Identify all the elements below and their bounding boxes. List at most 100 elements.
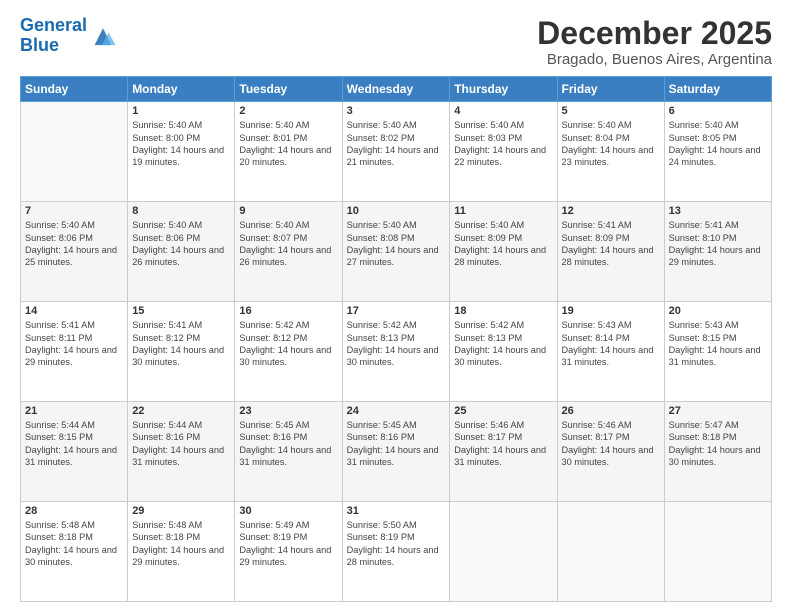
day-number: 1 — [132, 105, 230, 117]
day-number: 6 — [669, 105, 767, 117]
day-number: 24 — [347, 405, 446, 417]
day-info: Sunrise: 5:40 AM Sunset: 8:00 PM Dayligh… — [132, 119, 230, 169]
table-row: 18Sunrise: 5:42 AM Sunset: 8:13 PM Dayli… — [450, 302, 557, 402]
day-info: Sunrise: 5:40 AM Sunset: 8:09 PM Dayligh… — [454, 219, 552, 269]
table-row: 15Sunrise: 5:41 AM Sunset: 8:12 PM Dayli… — [128, 302, 235, 402]
day-number: 21 — [25, 405, 123, 417]
day-number: 10 — [347, 205, 446, 217]
day-info: Sunrise: 5:48 AM Sunset: 8:18 PM Dayligh… — [25, 519, 123, 569]
day-info: Sunrise: 5:40 AM Sunset: 8:05 PM Dayligh… — [669, 119, 767, 169]
calendar-week-row: 21Sunrise: 5:44 AM Sunset: 8:15 PM Dayli… — [21, 402, 772, 502]
day-number: 9 — [239, 205, 337, 217]
logo-icon — [89, 22, 117, 50]
logo-line1: General — [20, 15, 87, 35]
header-sunday: Sunday — [21, 77, 128, 102]
day-number: 11 — [454, 205, 552, 217]
day-info: Sunrise: 5:43 AM Sunset: 8:14 PM Dayligh… — [562, 319, 660, 369]
table-row: 7 Sunrise: 5:40 AM Sunset: 8:06 PM Daylig… — [21, 202, 128, 302]
table-row: 24 Sunrise: 5:45 AM Sunset: 8:16 PM Dayli… — [342, 402, 450, 502]
day-number: 31 — [347, 505, 446, 517]
day-info: Sunrise: 5:40 AM Sunset: 8:04 PM Dayligh… — [562, 119, 660, 169]
table-row: 4Sunrise: 5:40 AM Sunset: 8:03 PM Daylig… — [450, 102, 557, 202]
calendar-week-row: 14Sunrise: 5:41 AM Sunset: 8:11 PM Dayli… — [21, 302, 772, 402]
table-row: 14Sunrise: 5:41 AM Sunset: 8:11 PM Dayli… — [21, 302, 128, 402]
table-row: 16 Sunrise: 5:42 AM Sunset: 8:12 PM Dayli… — [235, 302, 342, 402]
day-info: Sunrise: 5:43 AM Sunset: 8:15 PM Dayligh… — [669, 319, 767, 369]
table-row: 3 Sunrise: 5:40 AM Sunset: 8:02 PM Daylig… — [342, 102, 450, 202]
table-row: 27 Sunrise: 5:47 AM Sunset: 8:18 PM Dayli… — [664, 402, 771, 502]
location-title: Bragado, Buenos Aires, Argentina — [537, 51, 772, 68]
day-info: Sunrise: 5:40 AM Sunset: 8:06 PM Dayligh… — [132, 219, 230, 269]
day-number: 16 — [239, 305, 337, 317]
header-saturday: Saturday — [664, 77, 771, 102]
day-info: Sunrise: 5:40 AM Sunset: 8:03 PM Dayligh… — [454, 119, 552, 169]
calendar-week-row: 7 Sunrise: 5:40 AM Sunset: 8:06 PM Daylig… — [21, 202, 772, 302]
day-info: Sunrise: 5:49 AM Sunset: 8:19 PM Dayligh… — [239, 519, 337, 569]
calendar: Sunday Monday Tuesday Wednesday Thursday… — [20, 76, 772, 602]
day-info: Sunrise: 5:45 AM Sunset: 8:16 PM Dayligh… — [347, 419, 446, 469]
header-friday: Friday — [557, 77, 664, 102]
day-number: 22 — [132, 405, 230, 417]
day-number: 28 — [25, 505, 123, 517]
table-row: 21Sunrise: 5:44 AM Sunset: 8:15 PM Dayli… — [21, 402, 128, 502]
day-info: Sunrise: 5:45 AM Sunset: 8:16 PM Dayligh… — [239, 419, 337, 469]
table-row: 19Sunrise: 5:43 AM Sunset: 8:14 PM Dayli… — [557, 302, 664, 402]
table-row: 25Sunrise: 5:46 AM Sunset: 8:17 PM Dayli… — [450, 402, 557, 502]
day-info: Sunrise: 5:40 AM Sunset: 8:08 PM Dayligh… — [347, 219, 446, 269]
day-info: Sunrise: 5:41 AM Sunset: 8:10 PM Dayligh… — [669, 219, 767, 269]
header-thursday: Thursday — [450, 77, 557, 102]
table-row: 31Sunrise: 5:50 AM Sunset: 8:19 PM Dayli… — [342, 502, 450, 602]
table-row: 5Sunrise: 5:40 AM Sunset: 8:04 PM Daylig… — [557, 102, 664, 202]
day-info: Sunrise: 5:40 AM Sunset: 8:07 PM Dayligh… — [239, 219, 337, 269]
table-row: 20 Sunrise: 5:43 AM Sunset: 8:15 PM Dayli… — [664, 302, 771, 402]
day-info: Sunrise: 5:48 AM Sunset: 8:18 PM Dayligh… — [132, 519, 230, 569]
calendar-week-row: 28 Sunrise: 5:48 AM Sunset: 8:18 PM Dayli… — [21, 502, 772, 602]
calendar-header-row: Sunday Monday Tuesday Wednesday Thursday… — [21, 77, 772, 102]
day-number: 30 — [239, 505, 337, 517]
header-monday: Monday — [128, 77, 235, 102]
header: General Blue December 2025 Bragado, Buen… — [20, 16, 772, 68]
day-number: 20 — [669, 305, 767, 317]
table-row: 23Sunrise: 5:45 AM Sunset: 8:16 PM Dayli… — [235, 402, 342, 502]
day-number: 29 — [132, 505, 230, 517]
header-wednesday: Wednesday — [342, 77, 450, 102]
table-row: 8 Sunrise: 5:40 AM Sunset: 8:06 PM Daylig… — [128, 202, 235, 302]
table-row: 22 Sunrise: 5:44 AM Sunset: 8:16 PM Dayli… — [128, 402, 235, 502]
day-info: Sunrise: 5:42 AM Sunset: 8:12 PM Dayligh… — [239, 319, 337, 369]
table-row: 26Sunrise: 5:46 AM Sunset: 8:17 PM Dayli… — [557, 402, 664, 502]
day-info: Sunrise: 5:42 AM Sunset: 8:13 PM Dayligh… — [347, 319, 446, 369]
day-info: Sunrise: 5:41 AM Sunset: 8:12 PM Dayligh… — [132, 319, 230, 369]
day-number: 26 — [562, 405, 660, 417]
table-row — [21, 102, 128, 202]
day-number: 3 — [347, 105, 446, 117]
table-row: 1 Sunrise: 5:40 AM Sunset: 8:00 PM Daylig… — [128, 102, 235, 202]
day-info: Sunrise: 5:40 AM Sunset: 8:02 PM Dayligh… — [347, 119, 446, 169]
day-number: 2 — [239, 105, 337, 117]
day-number: 8 — [132, 205, 230, 217]
table-row: 28 Sunrise: 5:48 AM Sunset: 8:18 PM Dayli… — [21, 502, 128, 602]
day-number: 27 — [669, 405, 767, 417]
table-row: 17Sunrise: 5:42 AM Sunset: 8:13 PM Dayli… — [342, 302, 450, 402]
table-row: 9 Sunrise: 5:40 AM Sunset: 8:07 PM Daylig… — [235, 202, 342, 302]
calendar-week-row: 1 Sunrise: 5:40 AM Sunset: 8:00 PM Daylig… — [21, 102, 772, 202]
table-row: 10 Sunrise: 5:40 AM Sunset: 8:08 PM Dayli… — [342, 202, 450, 302]
day-info: Sunrise: 5:46 AM Sunset: 8:17 PM Dayligh… — [454, 419, 552, 469]
logo-text: General Blue — [20, 16, 87, 56]
day-info: Sunrise: 5:40 AM Sunset: 8:06 PM Dayligh… — [25, 219, 123, 269]
header-tuesday: Tuesday — [235, 77, 342, 102]
day-info: Sunrise: 5:41 AM Sunset: 8:11 PM Dayligh… — [25, 319, 123, 369]
month-title: December 2025 — [537, 16, 772, 51]
table-row — [664, 502, 771, 602]
day-info: Sunrise: 5:44 AM Sunset: 8:16 PM Dayligh… — [132, 419, 230, 469]
day-number: 7 — [25, 205, 123, 217]
table-row: 30 Sunrise: 5:49 AM Sunset: 8:19 PM Dayli… — [235, 502, 342, 602]
table-row: 12Sunrise: 5:41 AM Sunset: 8:09 PM Dayli… — [557, 202, 664, 302]
logo: General Blue — [20, 16, 117, 56]
logo-line2: Blue — [20, 35, 59, 55]
table-row: 11 Sunrise: 5:40 AM Sunset: 8:09 PM Dayli… — [450, 202, 557, 302]
page: General Blue December 2025 Bragado, Buen… — [0, 0, 792, 612]
day-number: 13 — [669, 205, 767, 217]
day-info: Sunrise: 5:41 AM Sunset: 8:09 PM Dayligh… — [562, 219, 660, 269]
table-row: 13 Sunrise: 5:41 AM Sunset: 8:10 PM Dayli… — [664, 202, 771, 302]
day-info: Sunrise: 5:47 AM Sunset: 8:18 PM Dayligh… — [669, 419, 767, 469]
